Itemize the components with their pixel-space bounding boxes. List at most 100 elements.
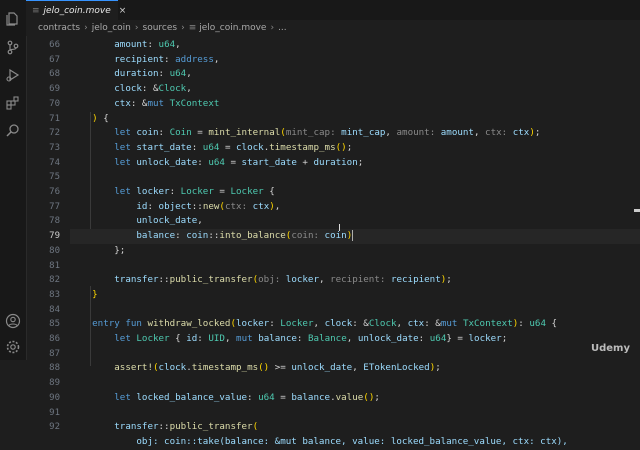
code-line[interactable]: }	[70, 288, 98, 303]
code-token: ,	[473, 127, 486, 139]
code-line[interactable]: amount: u64,	[70, 38, 181, 53]
code-area[interactable]: amount: u64, recipient: address, duratio…	[70, 36, 640, 447]
code-token: mint_cap	[341, 127, 386, 139]
breadcrumb-item[interactable]: contracts	[38, 23, 80, 33]
code-token: recipient	[390, 274, 441, 286]
code-line[interactable]: let coin: Coin = mint_internal(mint_cap:…	[70, 126, 540, 141]
code-line[interactable]: id: object::new(ctx: ctx),	[70, 200, 280, 215]
udemy-watermark: Udemy	[591, 343, 630, 354]
code-line[interactable]: duration: u64,	[70, 67, 192, 82]
code-line[interactable]: obj: coin::take(balance: &mut balance, v…	[70, 435, 567, 450]
code-token: locker	[136, 186, 170, 197]
code-token: unlock_date	[70, 215, 198, 227]
code-token: (	[252, 421, 259, 433]
code-token: clock	[236, 141, 264, 153]
code-line[interactable]: ctx: &mut TxContext	[70, 97, 219, 112]
code-token: let	[70, 333, 137, 344]
code-token: +	[296, 156, 314, 168]
account-icon[interactable]	[4, 312, 22, 330]
code-token: ctx	[407, 318, 425, 330]
line-number: 90	[49, 392, 60, 403]
files-icon[interactable]	[4, 10, 22, 28]
code-token: :	[147, 200, 159, 212]
code-editor[interactable]: 66 67 68 69 70 71 72 73 74 75 76 77 78 79 80 81 82 83 84 85…	[26, 36, 640, 447]
line-number: 80	[49, 245, 60, 256]
code-token: ::	[158, 421, 170, 433]
code-token: ,	[385, 127, 397, 139]
breadcrumb-item[interactable]: ...	[278, 23, 287, 33]
tab-jelo-coin-move[interactable]: ≡ jelo_coin.move ×	[26, 0, 126, 20]
code-line[interactable]: let unlock_date: u64 = start_date + dura…	[70, 156, 363, 171]
code-token: timestamp_ms	[269, 141, 336, 153]
code-token: : &	[130, 97, 148, 109]
search-icon[interactable]	[4, 122, 22, 140]
code-line[interactable]: transfer::public_transfer(	[70, 420, 258, 435]
code-token: ;	[346, 141, 353, 153]
code-token: fun	[125, 318, 148, 330]
code-token: :	[197, 333, 209, 344]
code-token: id	[70, 200, 148, 212]
breadcrumb-item[interactable]: jelo_coin.move	[199, 23, 266, 33]
code-token: let	[70, 127, 137, 139]
code-token: : &	[141, 83, 159, 95]
code-line[interactable]: balance: coin::into_balance(coin: coin)	[70, 229, 640, 244]
code-line[interactable]: unlock_date,	[70, 214, 203, 229]
code-token: :	[296, 333, 308, 344]
close-icon[interactable]: ×	[119, 6, 127, 16]
breadcrumb-item[interactable]: jelo_coin	[92, 23, 131, 33]
line-number: 89	[49, 378, 60, 389]
code-token: coin:	[291, 230, 325, 242]
code-line[interactable]: let locker: Locker = Locker {	[70, 185, 275, 200]
code-token: =	[224, 156, 242, 168]
line-number: 87	[49, 348, 60, 359]
line-number: 91	[49, 407, 60, 418]
code-line[interactable]: assert!(clock.timestamp_ms() >= unlock_d…	[70, 361, 441, 376]
code-token: id	[186, 333, 198, 344]
code-line[interactable]: ) {	[70, 112, 109, 127]
extensions-icon[interactable]	[4, 94, 22, 112]
settings-gear-icon[interactable]	[4, 338, 22, 356]
code-token: recipient:	[330, 274, 391, 286]
code-token: mint_internal	[208, 127, 281, 139]
line-number: 82	[49, 275, 60, 286]
code-token: amount	[440, 127, 474, 139]
code-token: obj:	[258, 274, 286, 286]
code-token: u64	[258, 391, 275, 403]
line-number: 92	[49, 422, 60, 433]
text-cursor	[352, 230, 354, 242]
code-line[interactable]: recipient: address,	[70, 53, 219, 68]
run-debug-icon[interactable]	[4, 66, 22, 84]
code-token: unlock_date	[291, 362, 353, 374]
code-line[interactable]: entry fun withdraw_locked(locker: Locker…	[70, 317, 557, 332]
code-token: :	[518, 318, 530, 330]
line-number: 77	[49, 201, 60, 212]
code-token: ,	[313, 318, 325, 330]
breadcrumb: contracts › jelo_coin › sources › ≡ jelo…	[26, 20, 640, 36]
line-number: 70	[49, 98, 60, 109]
code-token: =	[213, 186, 231, 197]
code-token: locker	[285, 274, 319, 286]
line-number: 69	[49, 84, 60, 95]
code-token: ,	[175, 39, 181, 50]
code-token: ()	[258, 362, 270, 374]
code-line[interactable]: let start_date: u64 = clock.timestamp_ms…	[70, 141, 352, 156]
code-token: recipient	[70, 53, 165, 65]
code-token: new	[202, 200, 220, 212]
code-token: Balance	[308, 333, 347, 344]
code-line[interactable]: transfer::public_transfer(obj: locker, r…	[70, 273, 452, 288]
breadcrumb-item[interactable]: sources	[143, 23, 178, 33]
file-icon: ≡	[188, 23, 197, 33]
code-line[interactable]: let Locker { id: UID, mut balance: Balan…	[70, 332, 507, 347]
code-token: unlock_date	[357, 333, 419, 344]
code-token: ,	[346, 333, 358, 344]
line-number: 86	[49, 334, 60, 344]
code-token: mint_cap:	[285, 127, 342, 139]
source-control-icon[interactable]	[4, 38, 22, 56]
code-line[interactable]: clock: &Clock,	[70, 82, 192, 97]
code-line[interactable]: };	[70, 244, 125, 259]
scrollbar-thumb[interactable]	[634, 209, 640, 212]
code-token: : &	[424, 318, 441, 330]
chevron-right-icon: ›	[270, 23, 275, 33]
code-line[interactable]: let locked_balance_value: u64 = balance.…	[70, 391, 380, 406]
code-token: ,	[197, 215, 203, 227]
